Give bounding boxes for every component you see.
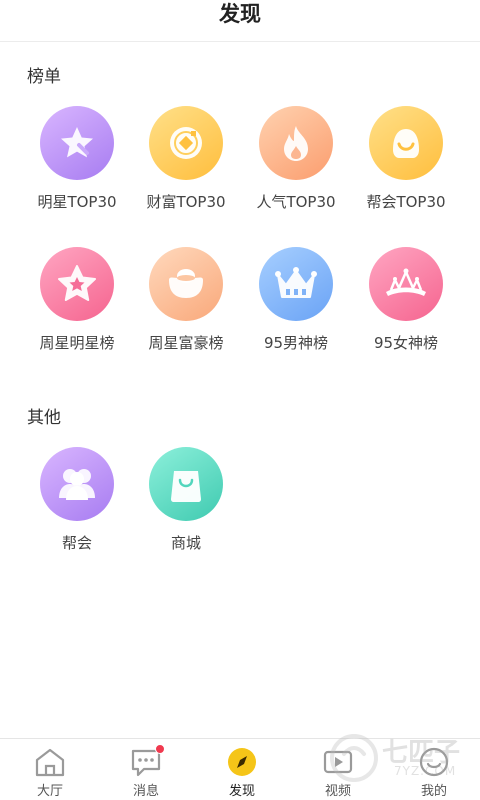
coin-icon bbox=[149, 106, 223, 180]
top-bar: 发现 bbox=[0, 0, 480, 42]
shopping-bag-icon bbox=[149, 447, 223, 521]
tab-video[interactable]: 视频 bbox=[290, 739, 386, 800]
rank-label: 帮会TOP30 bbox=[366, 193, 446, 211]
tab-profile[interactable]: 我的 bbox=[386, 739, 480, 800]
gold-ingot-icon bbox=[149, 247, 223, 321]
badge-star-icon bbox=[40, 247, 114, 321]
profile-icon bbox=[417, 745, 451, 779]
rank-label: 明星TOP30 bbox=[37, 193, 117, 211]
tab-label: 消息 bbox=[132, 784, 159, 799]
house-icon bbox=[33, 745, 67, 779]
compass-icon bbox=[225, 745, 259, 779]
rank-label: 财富TOP30 bbox=[146, 193, 226, 211]
rank-95-male[interactable]: 95男神榜 bbox=[241, 247, 351, 353]
tab-label: 我的 bbox=[420, 784, 447, 799]
rank-weekly-star[interactable]: 周星明星榜 bbox=[22, 247, 132, 353]
tab-label: 大厅 bbox=[36, 784, 63, 799]
tab-discover[interactable]: 发现 bbox=[194, 739, 290, 800]
section-title-others: 其他 bbox=[27, 408, 61, 428]
guild-label: 帮会 bbox=[61, 534, 92, 552]
rank-label: 周星明星榜 bbox=[39, 334, 115, 352]
tab-label: 发现 bbox=[228, 784, 255, 799]
shop-entry[interactable]: 商城 bbox=[131, 447, 241, 553]
section-title-rankings: 榜单 bbox=[27, 67, 61, 87]
video-icon bbox=[321, 745, 355, 779]
rank-weekly-rich[interactable]: 周星富豪榜 bbox=[131, 247, 241, 353]
chat-icon bbox=[129, 744, 165, 779]
rank-guild-top30[interactable]: 帮会TOP30 bbox=[351, 106, 461, 212]
guild-entry[interactable]: 帮会 bbox=[22, 447, 132, 553]
group-icon bbox=[40, 447, 114, 521]
unread-badge bbox=[155, 744, 165, 754]
flame-icon bbox=[259, 106, 333, 180]
bottom-tab-bar: 大厅 消息 发现 视频 我的 bbox=[0, 738, 480, 800]
star-icon bbox=[40, 106, 114, 180]
tab-label: 视频 bbox=[324, 784, 351, 799]
rank-label: 人气TOP30 bbox=[256, 193, 336, 211]
tab-messages[interactable]: 消息 bbox=[98, 739, 194, 800]
shop-label: 商城 bbox=[170, 534, 201, 552]
tiara-icon bbox=[369, 247, 443, 321]
rank-popularity-top30[interactable]: 人气TOP30 bbox=[241, 106, 351, 212]
tab-lobby[interactable]: 大厅 bbox=[2, 739, 98, 800]
guild-mask-icon bbox=[369, 106, 443, 180]
rank-star-top30[interactable]: 明星TOP30 bbox=[22, 106, 132, 212]
rank-wealth-top30[interactable]: 财富TOP30 bbox=[131, 106, 241, 212]
rank-label: 95男神榜 bbox=[263, 334, 329, 352]
rank-label: 周星富豪榜 bbox=[148, 334, 224, 352]
rank-95-female[interactable]: 95女神榜 bbox=[351, 247, 461, 353]
crown-icon bbox=[259, 247, 333, 321]
rank-label: 95女神榜 bbox=[373, 334, 439, 352]
page-title: 发现 bbox=[219, 2, 261, 26]
